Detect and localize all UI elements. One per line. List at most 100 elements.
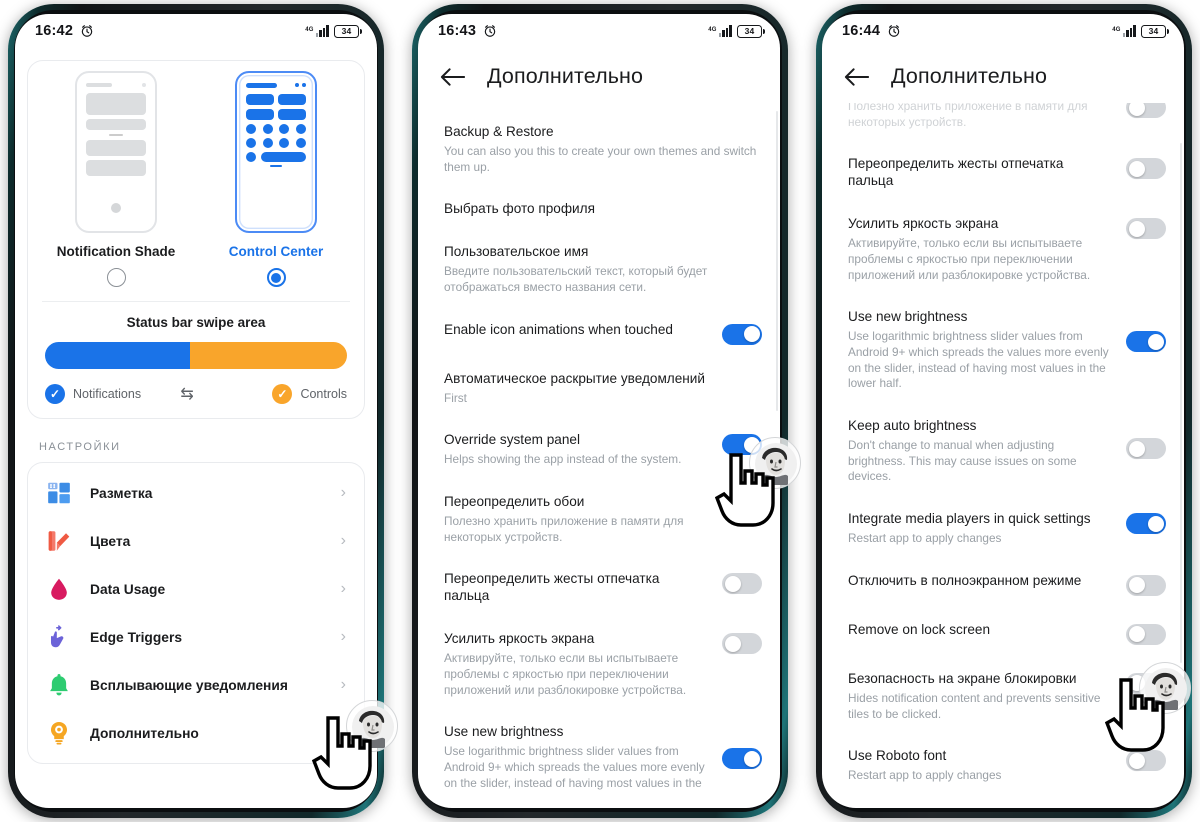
toggle-fingerprint-gestures[interactable] [722,573,762,595]
sidebar-item-popup-notifications[interactable]: Всплывающие уведомления › [28,661,364,709]
preview-circle [295,137,306,148]
preview-slider [261,151,306,162]
toggle-knob [743,326,760,343]
preview-tile [278,93,306,105]
setting-title: Автоматическое раскрытие уведомлений [444,370,705,386]
setting-title: Переопределить обои [444,494,585,510]
battery-level: 34 [341,26,352,36]
setting-row-override-wallpaper[interactable]: Переопределить обои Полезно хранить прил… [418,481,780,558]
preview-dot [295,83,299,88]
toggle-use-roboto-font[interactable] [1126,750,1166,772]
toggle-knob [1128,440,1145,457]
setting-row-auto-expand[interactable]: Автоматическое раскрытие уведомлений Fir… [418,358,780,420]
toggle-icon-animations[interactable] [722,323,762,345]
setting-row-fingerprint-gestures[interactable]: Переопределить жесты отпечатка пальца [418,558,780,618]
toggle-override-system-panel[interactable] [722,434,762,456]
signal-bar-2 [722,30,725,37]
swipe-legend: ✓ Notifications ⇆ ✓ Controls [45,384,347,404]
toggle-remove-on-lock-screen[interactable] [1126,623,1166,645]
radio-control-center[interactable] [266,268,286,287]
setting-row-fingerprint-gestures[interactable]: Переопределить жесты отпечатка пальца [822,143,1184,203]
preview-circle-row [246,123,306,134]
signal-bar-3 [1129,27,1133,37]
radio-notification-shade[interactable] [106,268,126,287]
signal-bar-4 [729,25,732,37]
preview-block [86,140,146,156]
signal-bar-1 [1122,32,1126,37]
toggle-knob [1128,577,1145,594]
divider [42,301,350,302]
preview-dot [302,83,306,88]
toggle-integrate-media-players[interactable] [1126,513,1166,535]
setting-text: Усилить яркость экрана Активируйте, толь… [848,216,1116,283]
setting-text: Полезно хранить приложение в памяти для … [848,103,1116,130]
toggle-override-wallpaper[interactable] [1126,103,1166,118]
toggle-boost-brightness[interactable] [1126,218,1166,240]
setting-row-icon-animations[interactable]: Enable icon animations when touched [418,309,780,358]
setting-row-use-new-brightness[interactable]: Use new brightness Use logarithmic brigh… [418,711,780,804]
layout-grid-icon [48,482,70,504]
battery-icon: 34 [334,24,362,38]
setting-row-profile-photo[interactable]: Выбрать фото профиля [418,188,780,231]
swipe-controls-segment[interactable] [189,342,347,369]
setting-row-boost-brightness[interactable]: Усилить яркость экрана Активируйте, толь… [418,618,780,711]
setting-row-integrate-media-players[interactable]: Integrate media players in quick setting… [822,498,1184,560]
phone-screen-right: 16:44 4G 34 Дополнительно Полезно хранит… [822,14,1184,808]
setting-row-keep-auto-brightness[interactable]: Keep auto brightness Don't change to man… [822,405,1184,498]
toggle-fingerprint-gestures[interactable] [1126,158,1166,180]
network-type-label: 4G [708,26,717,33]
setting-title: Backup & Restore [444,124,554,139]
setting-title: Пользовательское имя [444,244,589,260]
battery-level: 34 [744,26,755,36]
setting-row-boost-brightness[interactable]: Усилить яркость экрана Активируйте, толь… [822,203,1184,296]
toggle-knob [1128,220,1145,237]
toggle-disable-fullscreen[interactable] [1126,574,1166,596]
toggle-use-new-brightness[interactable] [722,748,762,770]
status-bar: 16:42 4G 34 [15,14,377,48]
toggle-lock-screen-security[interactable] [1126,672,1166,694]
option-notification-shade[interactable]: Notification Shade [36,71,196,287]
setting-row-disable-fullscreen[interactable]: Отключить в полноэкранном режиме [822,560,1184,609]
sidebar-item-data-usage[interactable]: Data Usage › [28,565,364,613]
sidebar-item-dopolnitelno[interactable]: Дополнительно [28,709,364,757]
signal-bar-3 [322,27,326,37]
sidebar-item-razmetka[interactable]: Разметка › [28,469,364,517]
setting-row-override-wallpaper-clipped[interactable]: Полезно хранить приложение в памяти для … [822,103,1184,143]
phone-screen-middle: 16:43 4G 34 Дополнительно Backup & Resto… [418,14,780,808]
preview-block [86,160,146,176]
preview-circle [279,123,290,134]
swipe-area-slider[interactable] [45,342,347,369]
toggle-keep-auto-brightness[interactable] [1126,438,1166,460]
sidebar-item-edge-triggers[interactable]: Edge Triggers › [28,613,364,661]
scrollbar[interactable] [775,111,778,411]
setting-row-remove-on-lock-screen[interactable]: Remove on lock screen [822,609,1184,658]
swipe-notifications-segment[interactable] [45,342,190,369]
setting-row-lock-screen-security[interactable]: Безопасность на экране блокировки Hides … [822,658,1184,735]
sidebar-item-cveta[interactable]: Цвета › [28,517,364,565]
setting-text: Backup & Restore You can also you this t… [444,124,762,175]
toggle-use-new-brightness[interactable] [1126,331,1166,353]
chevron-right-icon: › [340,484,346,501]
setting-row-custom-name[interactable]: Пользовательское имя Введите пользовател… [418,231,780,308]
toggle-boost-brightness[interactable] [722,633,762,655]
setting-text: Отключить в полноэкранном режиме [848,573,1116,590]
setting-row-use-new-brightness[interactable]: Use new brightness Use logarithmic brigh… [822,296,1184,405]
setting-text: Переопределить обои Полезно хранить прил… [444,494,712,545]
toggle-override-wallpaper[interactable] [722,496,762,518]
status-bar: 16:44 4G 34 [822,14,1184,48]
setting-row-use-roboto-font[interactable]: Use Roboto font Restart app to apply cha… [822,735,1184,797]
toggle-knob [1147,333,1164,350]
setting-row-backup-restore[interactable]: Backup & Restore You can also you this t… [418,111,780,188]
setting-text: Keep auto brightness Don't change to man… [848,418,1116,485]
preview-slider-row [246,151,306,162]
status-time: 16:44 [842,23,881,39]
back-arrow-icon[interactable] [440,67,465,87]
toggle-knob [1128,160,1145,177]
back-arrow-icon[interactable] [844,67,869,87]
scrollbar[interactable] [1179,143,1182,663]
setting-row-override-system-panel[interactable]: Override system panel Helps showing the … [418,419,780,481]
sidebar-item-label: Разметка [90,485,153,501]
swap-arrows-icon[interactable]: ⇆ [180,384,193,404]
option-control-center[interactable]: Control Center [196,71,356,287]
sidebar-item-label: Edge Triggers [90,629,183,645]
